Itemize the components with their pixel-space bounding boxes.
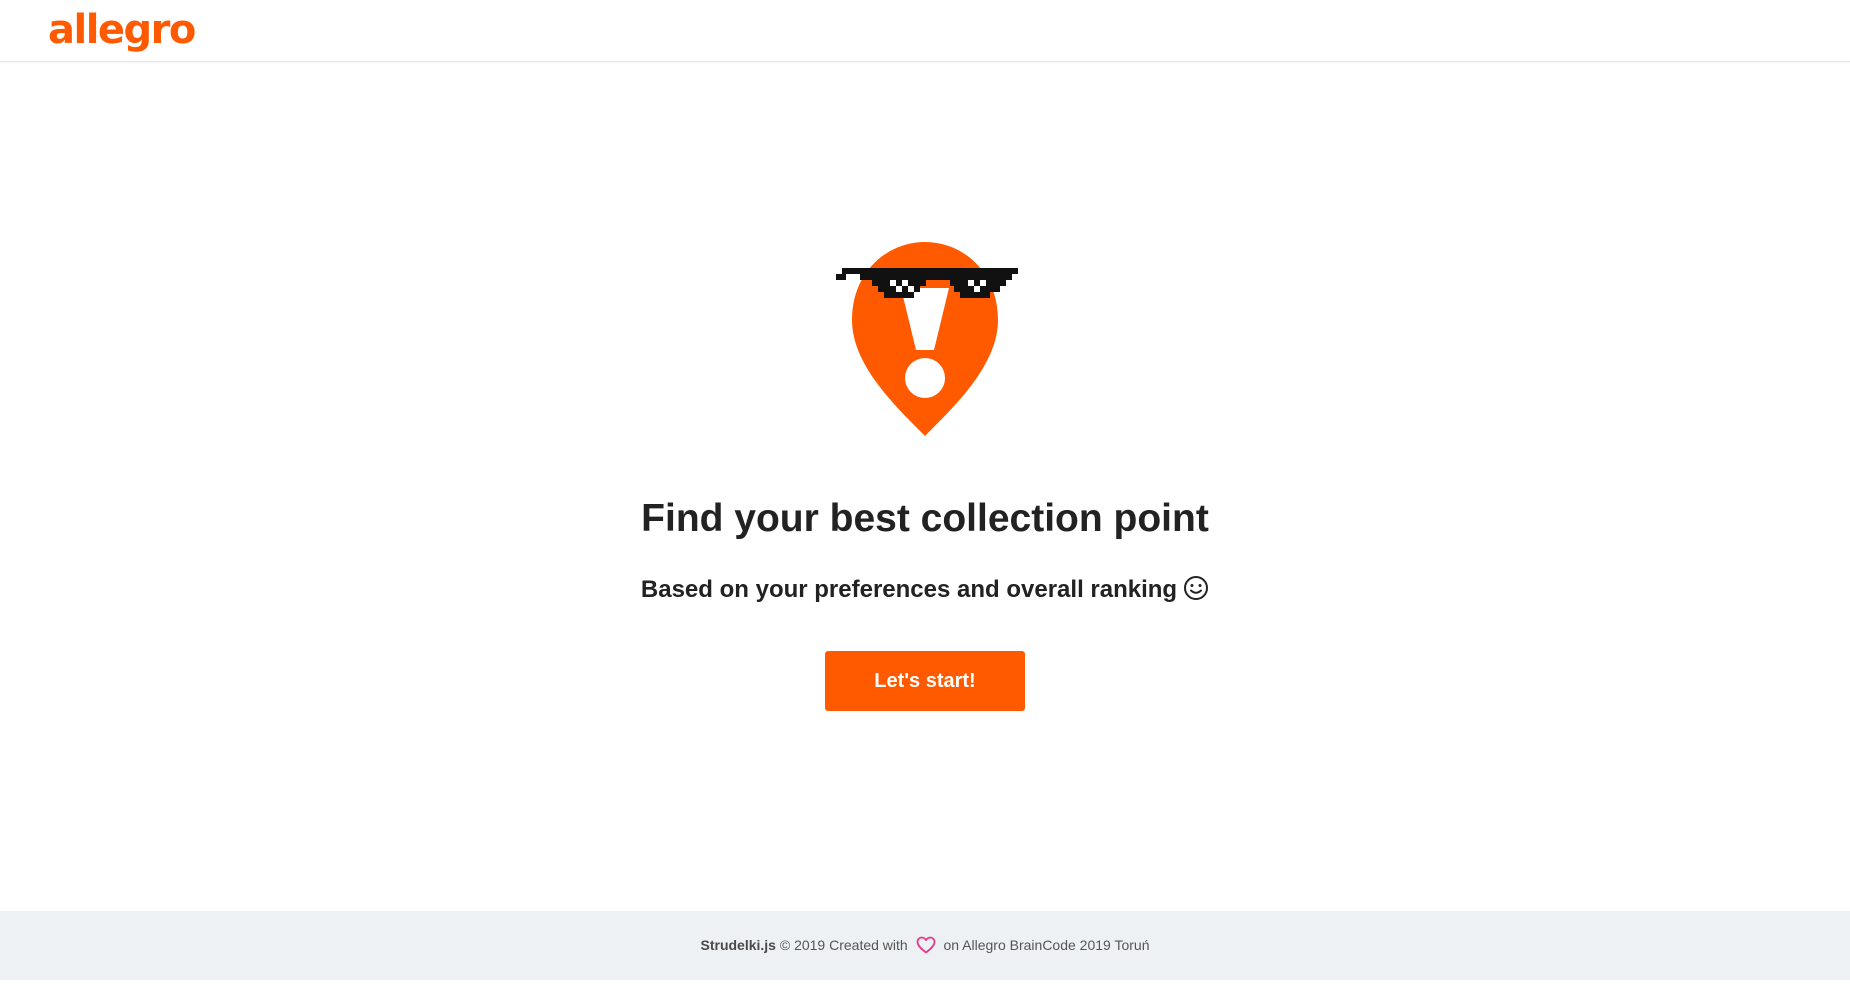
- footer-text-after-heart: on Allegro BrainCode 2019 Toruń: [943, 937, 1150, 953]
- page-subtitle: Based on your preferences and overall ra…: [0, 575, 1850, 609]
- allegro-logo[interactable]: allegro: [48, 6, 196, 54]
- footer-text-before-heart: © 2019 Created with: [779, 937, 908, 953]
- hero-section: Find your best collection point: [0, 62, 1850, 910]
- page-title: Find your best collection point: [641, 497, 1209, 540]
- footer-brand: Strudelki.js: [700, 937, 776, 953]
- page-footer: Strudelki.js © 2019 Created with on Alle…: [0, 911, 1850, 980]
- location-pin-with-pixel-sunglasses-icon: [830, 232, 1020, 442]
- heart-icon: [916, 915, 936, 984]
- smiley-icon: [1183, 575, 1209, 609]
- subtitle-text: Based on your preferences and overall ra…: [640, 576, 1178, 603]
- lets-start-button[interactable]: Let's start!: [825, 651, 1025, 711]
- top-navigation-bar: allegro: [0, 0, 1850, 62]
